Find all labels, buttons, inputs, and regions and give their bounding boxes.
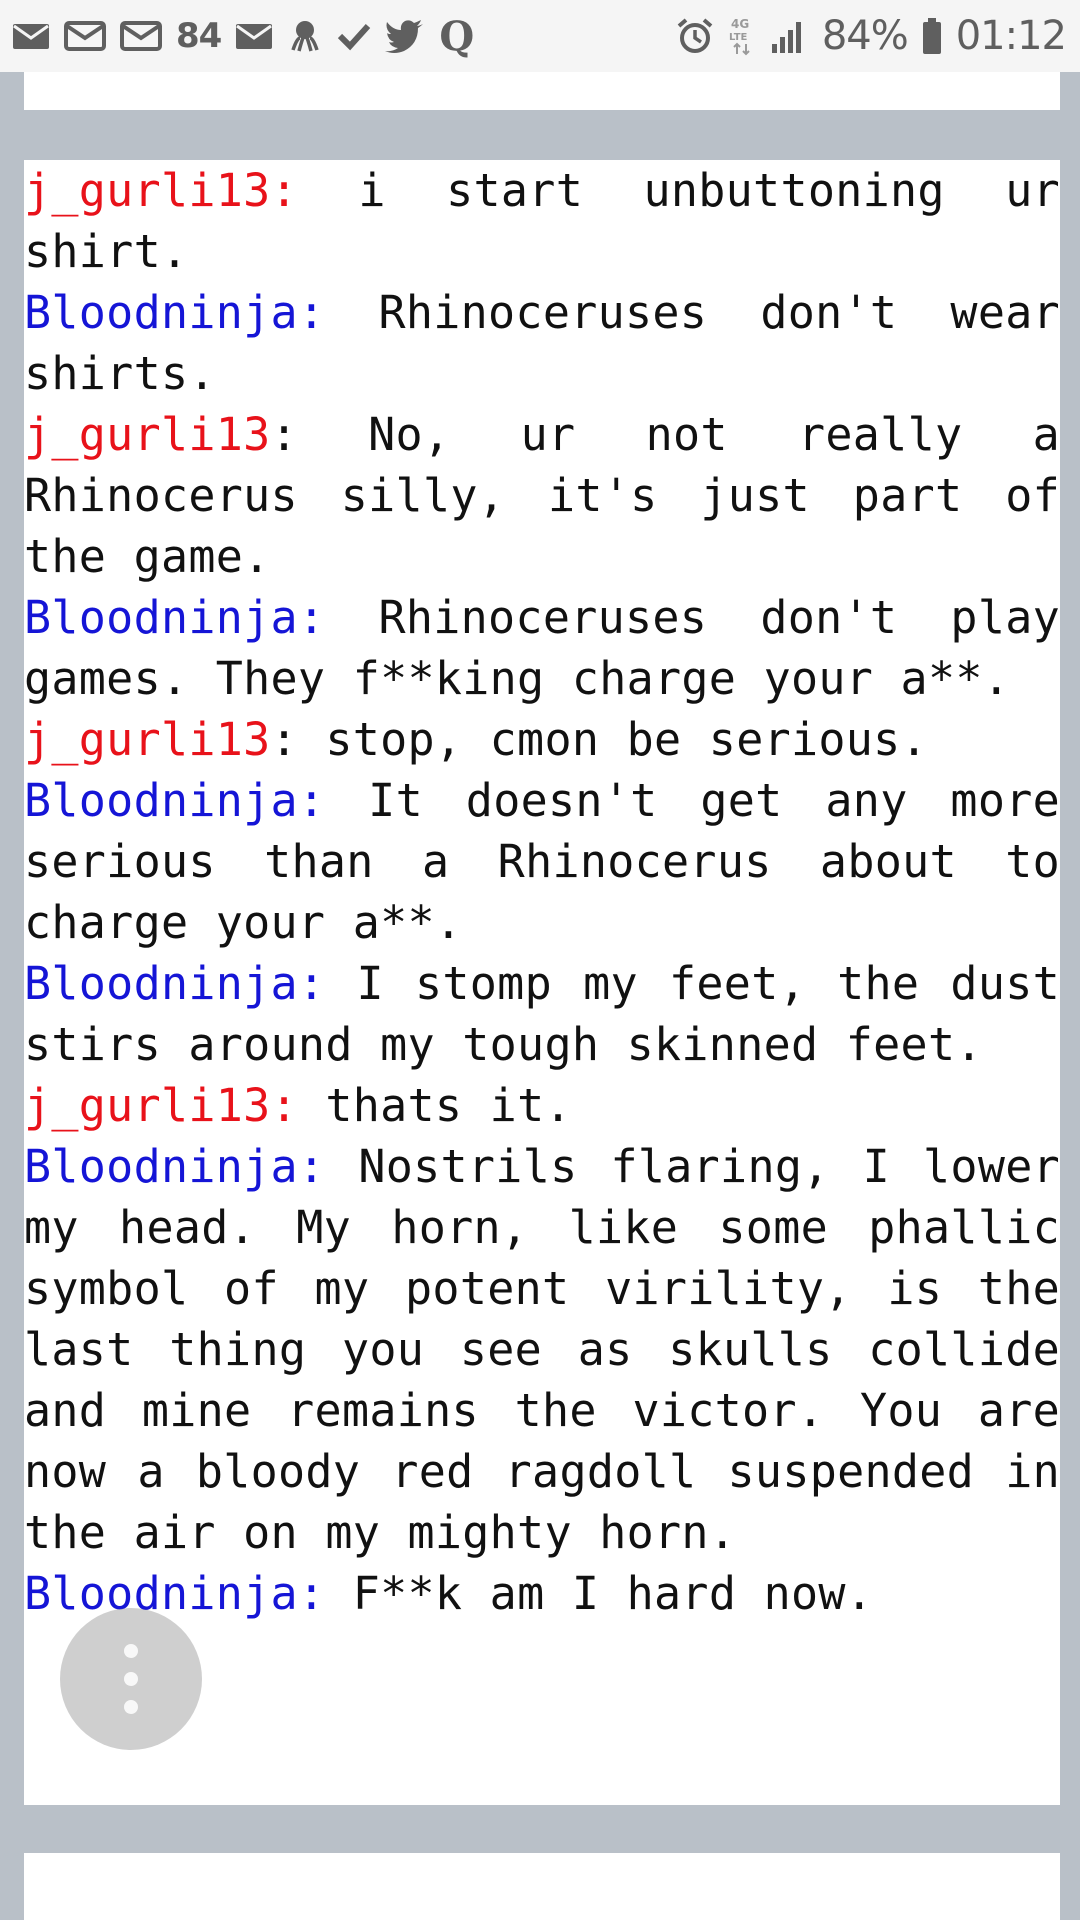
octopus-icon [287,14,323,58]
speaker-name: Bloodninja: [24,1140,326,1193]
chat-message: Bloodninja: Rhinoceruses don't play game… [24,587,1060,709]
chat-message: j_gurli13: thats it. [24,1075,1060,1136]
status-bar: 84 Q 4G LTE 84% 01:12 [0,0,1080,72]
chat-message: j_gurli13: i start unbuttoning ur shirt. [24,160,1060,282]
system-icons: 4G LTE 84% 01:12 [676,13,1067,59]
clock: 01:12 [955,13,1067,59]
chat-message: j_gurli13: stop, cmon be serious. [24,709,1060,770]
battery-percent: 84% [821,13,909,59]
more-vert-icon [122,1644,140,1714]
notification-count: 84 [176,16,222,56]
speaker-name: Bloodninja: [24,286,326,339]
signal-icon [770,14,808,58]
previous-post-card [24,72,1060,110]
chat-message: Bloodninja: It doesn't get any more seri… [24,770,1060,953]
chat-message: Bloodninja: F**k am I hard now. [24,1563,1060,1624]
speaker-name: j_gurli13: [24,1079,298,1132]
chat-message: Bloodninja: I stomp my feet, the dust st… [24,953,1060,1075]
speaker-name: j_gurli13: [24,164,298,217]
chat-message: Bloodninja: Nostrils flaring, I lower my… [24,1136,1060,1563]
mail-icon [120,14,162,58]
alarm-icon [676,14,714,58]
speaker-name: j_gurli13 [24,713,271,766]
message-text: Nostrils flaring, I lower my head. My ho… [24,1140,1060,1559]
chat-message: j_gurli13: No, ur not really a Rhinoceru… [24,404,1060,587]
message-text: : stop, cmon be serious. [270,713,928,766]
mail-icon [235,14,273,58]
4g-lte-icon: 4G LTE [728,14,756,58]
message-text: thats it. [297,1079,572,1132]
more-options-button[interactable] [60,1608,202,1750]
mail-icon [64,14,106,58]
check-icon [337,14,371,58]
notification-icons: 84 Q [12,12,475,60]
twitter-icon [385,14,425,58]
speaker-name: Bloodninja: [24,591,326,644]
message-text: F**k am I hard now. [325,1567,874,1620]
speaker-name: Bloodninja: [24,774,326,827]
speaker-name: j_gurli13 [24,408,271,461]
svg-text:LTE: LTE [729,32,748,43]
svg-text:4G: 4G [731,17,749,31]
speaker-name: Bloodninja: [24,957,326,1010]
next-post-card [24,1853,1060,1920]
chat-message: Bloodninja: Rhinoceruses don't wear shir… [24,282,1060,404]
chat-log: j_gurli13: i start unbuttoning ur shirt.… [24,160,1060,1624]
chat-log-card: j_gurli13: i start unbuttoning ur shirt.… [24,160,1060,1805]
speaker-name: Bloodninja: [24,1567,326,1620]
battery-icon [922,14,942,58]
mail-icon [12,14,50,58]
q-icon: Q [439,12,475,60]
